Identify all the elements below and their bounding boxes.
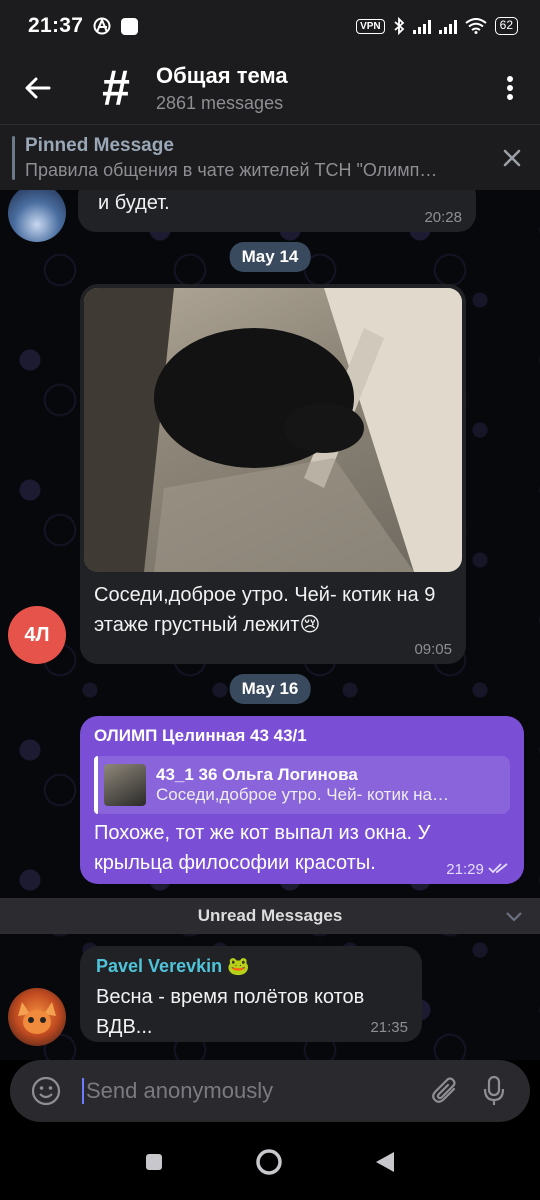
avatar[interactable] (8, 190, 66, 242)
paperclip-icon (432, 1077, 456, 1103)
message-time: 09:05 (414, 641, 452, 658)
double-check-icon (488, 863, 508, 874)
sender-emoji: 🐸 (227, 956, 250, 976)
pin-indicator (12, 135, 15, 180)
sender-line: Pavel Verevkin 🐸 (96, 956, 250, 977)
voice-record-button[interactable] (470, 1075, 518, 1107)
pinned-text: Правила общения в чате жителей ТСН "Олим… (25, 159, 438, 180)
reply-thumbnail (104, 764, 146, 806)
attach-button[interactable] (422, 1076, 470, 1106)
arrow-left-icon (25, 77, 51, 99)
hash-icon[interactable]: # (76, 63, 156, 113)
smiley-icon (31, 1076, 61, 1106)
pinned-label: Pinned Message (25, 134, 174, 156)
bluetooth-icon (394, 17, 404, 35)
message-text: Соседи,доброе утро. Чей- котик на 9 этаж… (94, 584, 436, 636)
chevron-down-icon[interactable] (504, 906, 524, 926)
status-time: 21:37 (28, 14, 84, 37)
unread-separator: Unread Messages (0, 898, 540, 934)
reply-indicator (94, 756, 98, 814)
recents-button[interactable] (144, 1152, 164, 1172)
message-time-value: 21:29 (446, 861, 484, 878)
chat-title-block[interactable]: Общая тема 2861 messages (156, 63, 288, 114)
message-text: Похоже, тот же кот выпал из окна. У крыл… (94, 822, 431, 874)
wifi-icon (465, 18, 487, 34)
anarchy-icon (93, 17, 111, 35)
battery-icon: 62 (494, 17, 518, 35)
pinned-message-bar[interactable]: Pinned Message Правила общения в чате жи… (0, 124, 540, 190)
back-nav-button[interactable] (374, 1150, 396, 1174)
vpn-badge: VPN (356, 18, 385, 34)
chat-subtitle: 2861 messages (156, 92, 284, 113)
reply-quote[interactable]: 43_1 36 Ольга Логинова Соседи,доброе утр… (94, 756, 510, 814)
date-separator: May 16 (229, 674, 311, 704)
photo-attachment[interactable] (84, 288, 462, 572)
signal-icon (412, 18, 431, 34)
avatar[interactable]: 4Л (8, 606, 66, 664)
fox-avatar-image (18, 1002, 56, 1034)
message-bubble-outgoing[interactable]: ОЛИМП Целинная 43 43/1 43_1 36 Ольга Лог… (80, 716, 524, 884)
status-bar: 21:37 VPN 62 (0, 0, 540, 52)
message-bubble[interactable]: Соседи,доброе утро. Чей- котик на 9 этаж… (80, 284, 466, 664)
message-bubble[interactable]: Pavel Verevkin 🐸 Весна - время полётов к… (80, 946, 422, 1042)
emoji-button[interactable] (22, 1076, 70, 1106)
message-bubble[interactable]: и будет. 20:28 (78, 190, 476, 232)
sender-name: ОЛИМП Целинная 43 43/1 (94, 726, 307, 745)
more-vertical-icon (507, 76, 513, 100)
message-input[interactable] (82, 1078, 422, 1104)
date-separator: May 14 (229, 242, 311, 272)
more-menu-button[interactable] (480, 75, 540, 101)
sender-name: Pavel Verevkin (96, 956, 223, 976)
signal-2-icon (438, 18, 457, 34)
message-composer (10, 1060, 530, 1122)
unread-label: Unread Messages (197, 906, 343, 925)
avatar[interactable] (8, 988, 66, 1046)
chat-area[interactable]: и будет. 20:28 May 14 Соседи,доброе утро… (0, 190, 540, 1060)
cat-photo-image (84, 288, 462, 572)
message-text: Весна - время полётов котов ВДВ... (96, 986, 365, 1038)
reply-sender-name: 43_1 36 Ольга Логинова (156, 765, 358, 784)
message-time: 21:29 (446, 861, 510, 878)
close-icon (503, 149, 521, 166)
chat-title: Общая тема (156, 62, 288, 88)
notification-icon (121, 17, 139, 35)
message-text: и будет. (98, 192, 170, 214)
pinned-close-button[interactable] (484, 149, 540, 167)
back-button[interactable] (0, 77, 76, 99)
chat-header: # Общая тема 2861 messages (0, 52, 540, 124)
microphone-icon (483, 1075, 505, 1105)
system-navigation-bar (0, 1124, 540, 1200)
home-button[interactable] (254, 1147, 284, 1177)
avatar-initials: 4Л (24, 623, 50, 646)
reply-text: Соседи,доброе утро. Чей- котик на… (156, 785, 449, 804)
message-time: 20:28 (424, 209, 462, 226)
message-time: 21:35 (370, 1019, 408, 1036)
